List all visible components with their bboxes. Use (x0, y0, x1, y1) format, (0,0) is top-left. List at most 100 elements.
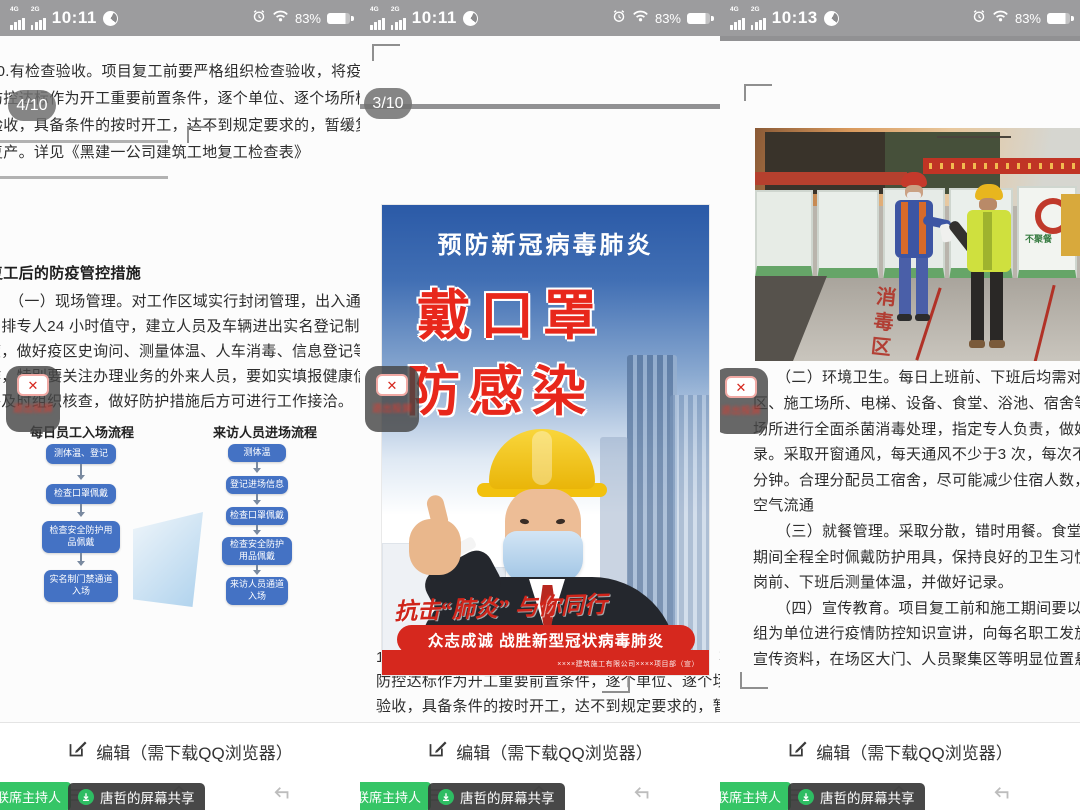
worker-figure (893, 172, 939, 328)
screen-share-badge[interactable]: 唐哲的屏幕共享 (68, 783, 205, 810)
signal-icon: 2G (751, 7, 766, 30)
arrow-down-icon (256, 494, 258, 504)
shoe (915, 314, 930, 321)
doc-text-line: 录。采取开窗通风，每天通风不少于3 次，每次不少于3 (753, 443, 1080, 464)
shoe (989, 340, 1005, 348)
phone-panel-left: 4G 2G 10:11 83% 10.有检查验收。项目复工前要严格组织检查验收，… (0, 0, 360, 810)
screen-share-badge[interactable]: 唐哲的屏幕共享 (428, 783, 565, 810)
alarm-icon (612, 9, 626, 28)
screen-share-label: 唐哲的屏幕共享 (820, 787, 915, 807)
edit-button[interactable]: 编辑（需下载QQ浏览器） (427, 738, 652, 764)
doc-text-line: 组为单位进行疫情防控知识宣讲，向每名职工发放疫情防 (753, 622, 1080, 643)
poster-slogan-2: 防感染 (406, 347, 595, 426)
close-icon[interactable]: ✕ (17, 374, 49, 396)
flow-step: 检查安全防护用品佩戴 (42, 521, 120, 553)
wifi-icon (992, 9, 1009, 27)
poster-header: 预防新冠病毒肺炎 (382, 225, 709, 260)
flow-step: 实名制门禁通道入场 (44, 570, 118, 602)
doc-text-line: （四）宣传教育。项目复工前和施工期间要以工区、 (753, 597, 1080, 618)
clock-time: 10:13 (772, 8, 818, 28)
poster-footer-strip: ××××建筑施工有限公司××××项目部（宣） (382, 650, 709, 675)
flow-step: 登记进场信息 (226, 476, 288, 494)
poster-image: 预防新冠病毒肺炎 戴口罩 防感染 (381, 204, 710, 676)
status-right: 83% (252, 9, 350, 28)
shoe (969, 340, 985, 348)
flow-step: 测体温、登记 (46, 444, 116, 464)
doc-text-line: 安排专人24 小时值守，建立人员及车辆进出实名登记制 (0, 315, 360, 336)
status-circle-icon (103, 11, 118, 26)
vest-stripe (919, 202, 926, 254)
battery-percent: 83% (1015, 11, 1041, 26)
face-mask (907, 192, 921, 199)
yellow-sign (1061, 194, 1080, 256)
phone-panel-middle: 4G 2G 10:11 83% 预防新冠病毒肺炎 (360, 0, 720, 810)
stop-cast-caption: 退出投屏 (721, 402, 761, 417)
page-edge-line (0, 176, 168, 179)
stop-cast-caption: 退出投屏 (13, 400, 53, 415)
page-separator-line (360, 104, 720, 109)
cohost-badge: 联席主持人 (720, 782, 791, 810)
alarm-icon (252, 9, 266, 28)
doc-text-line: 岗前、下班后测量体温，并做好记录。 (753, 571, 1013, 592)
red-banner (755, 172, 907, 185)
document-scroll-area[interactable]: 不聚餐 消毒区 (720, 36, 1080, 722)
wifi-icon (272, 9, 289, 27)
stop-cast-caption: 退出投屏 (372, 400, 412, 415)
doc-text-line: （二）环境卫生。每日上班前、下班后均需对项目办 (753, 366, 1080, 387)
arrow-down-icon (80, 464, 82, 479)
close-icon[interactable]: ✕ (376, 374, 408, 396)
doc-text-line: 空气流通 (753, 494, 814, 515)
crane-line (937, 128, 1011, 138)
signal-icon: 2G (391, 7, 406, 30)
poster-slogan-1: 戴口罩 (417, 271, 606, 350)
status-right: 83% (612, 9, 710, 28)
stop-cast-button[interactable]: ✕ 退出投屏 (720, 368, 768, 434)
flow-step: 检查口罩佩戴 (226, 507, 288, 525)
screen-share-label: 唐哲的屏幕共享 (100, 787, 195, 807)
red-banner (923, 158, 1080, 174)
doc-text-line: （一）现场管理。对工作区域实行封闭管理，出入通道 (0, 290, 360, 311)
back-icon[interactable] (992, 785, 1014, 803)
status-circle-icon (463, 11, 478, 26)
battery-icon (687, 13, 710, 24)
doc-text-line: 10.有检查验收。项目复工前要严格组织检查验收，将疫情 (0, 60, 360, 81)
leg (899, 258, 911, 316)
screen-share-label: 唐哲的屏幕共享 (460, 787, 555, 807)
signal-icon: 4G (730, 7, 745, 30)
close-icon[interactable]: ✕ (725, 376, 757, 398)
status-left: 4G 2G 10:11 (370, 7, 478, 30)
poster-credit: ××××建筑施工有限公司××××项目部（宣） (557, 659, 699, 669)
edit-label: 编辑（需下载QQ浏览器） (816, 739, 1012, 764)
page-indicator-badge: 3/10 (364, 88, 412, 119)
phone-panel-right: 4G 2G 10:13 83% (720, 0, 1080, 810)
crop-corner-icon (187, 126, 215, 143)
wifi-icon (632, 9, 649, 27)
screen-share-badge[interactable]: 唐哲的屏幕共享 (788, 783, 925, 810)
three-phone-screenshots: 4G 2G 10:11 83% 10.有检查验收。项目复工前要严格组织检查验收，… (0, 0, 1080, 810)
doc-text-line: 区、施工场所、电梯、设备、食堂、浴池、宿舍等所有公 (753, 392, 1080, 413)
bottom-toolbar: 编辑（需下载QQ浏览器） (0, 722, 360, 779)
arrow-down-icon (256, 565, 258, 574)
edit-button[interactable]: 编辑（需下载QQ浏览器） (787, 738, 1012, 764)
back-icon[interactable] (632, 785, 654, 803)
stop-cast-button[interactable]: ✕ 退出投屏 (6, 366, 60, 432)
edit-button[interactable]: 编辑（需下载QQ浏览器） (67, 738, 292, 764)
page-separator-line (720, 36, 1080, 41)
page-edge-line (0, 140, 168, 143)
status-circle-icon (824, 11, 839, 26)
stop-cast-button[interactable]: ✕ 退出投屏 (365, 366, 419, 432)
crop-corner-icon (740, 672, 768, 689)
page-indicator-badge: 4/10 (8, 90, 56, 121)
board-text: 不聚餐 (1025, 232, 1052, 245)
arrow-down-icon (256, 525, 258, 534)
screen-share-icon (78, 789, 94, 805)
leg (916, 258, 928, 316)
doc-text-line: 复产。详见《黑建一公司建筑工地复工检查表》 (0, 141, 309, 162)
face-mask (503, 531, 583, 583)
flow-step: 检查口罩佩戴 (46, 484, 116, 504)
back-icon[interactable] (272, 785, 294, 803)
arrow-down-icon (80, 553, 82, 565)
flow-step: 来访人员通道入场 (226, 577, 288, 605)
clock-time: 10:11 (52, 8, 97, 28)
status-bar: 4G 2G 10:11 83% (360, 0, 720, 36)
